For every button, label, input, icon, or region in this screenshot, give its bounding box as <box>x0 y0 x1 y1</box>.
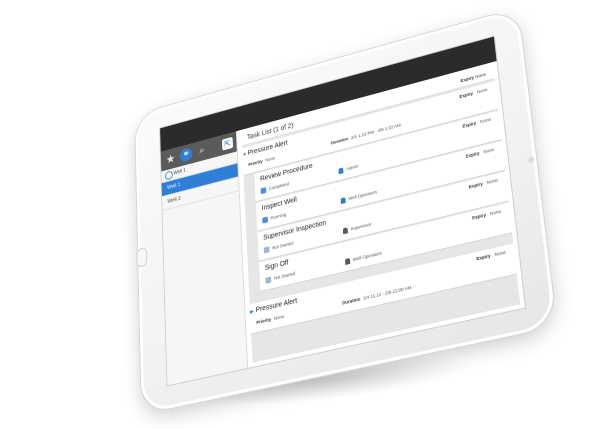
subtask-status: Not Started <box>265 271 295 284</box>
tablet-device: ★ ⚭ ⌕ ⇱ Well 1 Well 1 Well 2 Task List (… <box>134 6 558 416</box>
subtask-status: Running <box>262 212 286 224</box>
priority-value: None <box>265 155 276 163</box>
list-expiry-value: None <box>474 71 487 80</box>
duration-value: 2/4 11:11 - 2/9 12:00 AM <box>363 284 412 301</box>
priority-value: None <box>273 313 285 322</box>
subtask-assignee: Well Operators <box>340 189 378 205</box>
subtask-status: Completed <box>260 181 290 195</box>
running-icon <box>262 216 269 224</box>
camera-dot <box>527 156 535 164</box>
status-text: Completed <box>268 181 290 192</box>
subtask-status: Not Started <box>263 240 294 254</box>
assignee-text: Well Operators <box>352 250 383 263</box>
task-expiry: ExpiryNone <box>459 87 488 99</box>
subtask-expiry: ExpiryNone <box>472 209 502 221</box>
home-button[interactable] <box>136 246 148 269</box>
app-screen: ★ ⚭ ⌕ ⇱ Well 1 Well 1 Well 2 Task List (… <box>159 35 527 387</box>
star-icon[interactable]: ★ <box>164 151 177 167</box>
expiry-label: Expiry <box>465 150 480 159</box>
list-expiry-label: Expiry <box>460 74 475 84</box>
expiry-value: None <box>483 146 495 155</box>
task-duration: Duration2/4 11:11 - 2/9 12:00 AM <box>342 285 412 306</box>
user-icon <box>338 167 344 175</box>
expiry-label: Expiry <box>476 253 491 262</box>
expiry-label: Expiry <box>471 212 487 221</box>
assignee-text: Supervisor <box>350 221 372 232</box>
expiry-value: None <box>476 86 488 95</box>
subtask-assignee: Supervisor <box>342 221 372 235</box>
status-text: Not Started <box>272 240 294 251</box>
subtask-expiry: ExpiryNone <box>465 147 494 159</box>
pin-icon[interactable]: ⇱ <box>221 136 234 151</box>
users-icon <box>340 197 346 205</box>
sidebar: ★ ⚭ ⌕ ⇱ Well 1 Well 1 Well 2 <box>160 131 249 386</box>
subtask-assignee: Well Operators <box>344 250 383 266</box>
search-icon[interactable]: ⌕ <box>196 143 209 159</box>
not-started-icon <box>263 246 270 254</box>
status-text: Running <box>270 212 287 221</box>
task-expiry: ExpiryNone <box>476 249 506 261</box>
assignee-text: Admin <box>345 163 359 172</box>
expiry-label: Expiry <box>462 120 477 129</box>
subtask-title: Sign Off <box>264 259 289 272</box>
expiry-label: Expiry <box>459 90 474 100</box>
priority-label: Priority <box>248 158 263 168</box>
subtask-expiry: ExpiryNone <box>469 177 498 189</box>
not-started-icon <box>265 276 272 284</box>
expand-caret-icon[interactable]: ▼ <box>242 152 247 159</box>
target-icon <box>164 170 173 181</box>
expand-caret-icon[interactable]: ▶ <box>250 309 254 316</box>
sidebar-item-label: Well 1 <box>166 182 181 192</box>
expiry-value: None <box>479 116 492 125</box>
user-icon <box>342 227 348 235</box>
duration-label: Duration <box>330 136 349 146</box>
subtask-expiry: ExpiryNone <box>462 117 491 129</box>
status-text: Not Started <box>273 271 296 282</box>
sidebar-item-label: Well 2 <box>167 195 181 205</box>
users-icon <box>344 257 351 266</box>
expiry-value: None <box>486 177 498 186</box>
expiry-label: Expiry <box>468 181 483 190</box>
expiry-value: None <box>494 249 507 258</box>
assignee-text: Well Operators <box>348 189 378 202</box>
duration-label: Duration <box>342 296 361 306</box>
expiry-value: None <box>489 208 502 217</box>
completed-icon <box>260 187 267 195</box>
priority-label: Priority <box>256 316 272 326</box>
sidebar-context-label: Well 1 <box>173 167 186 177</box>
scene: ★ ⚭ ⌕ ⇱ Well 1 Well 1 Well 2 Task List (… <box>0 0 600 429</box>
subtask-assignee: Admin <box>338 164 358 175</box>
share-icon[interactable]: ⚭ <box>179 146 193 163</box>
